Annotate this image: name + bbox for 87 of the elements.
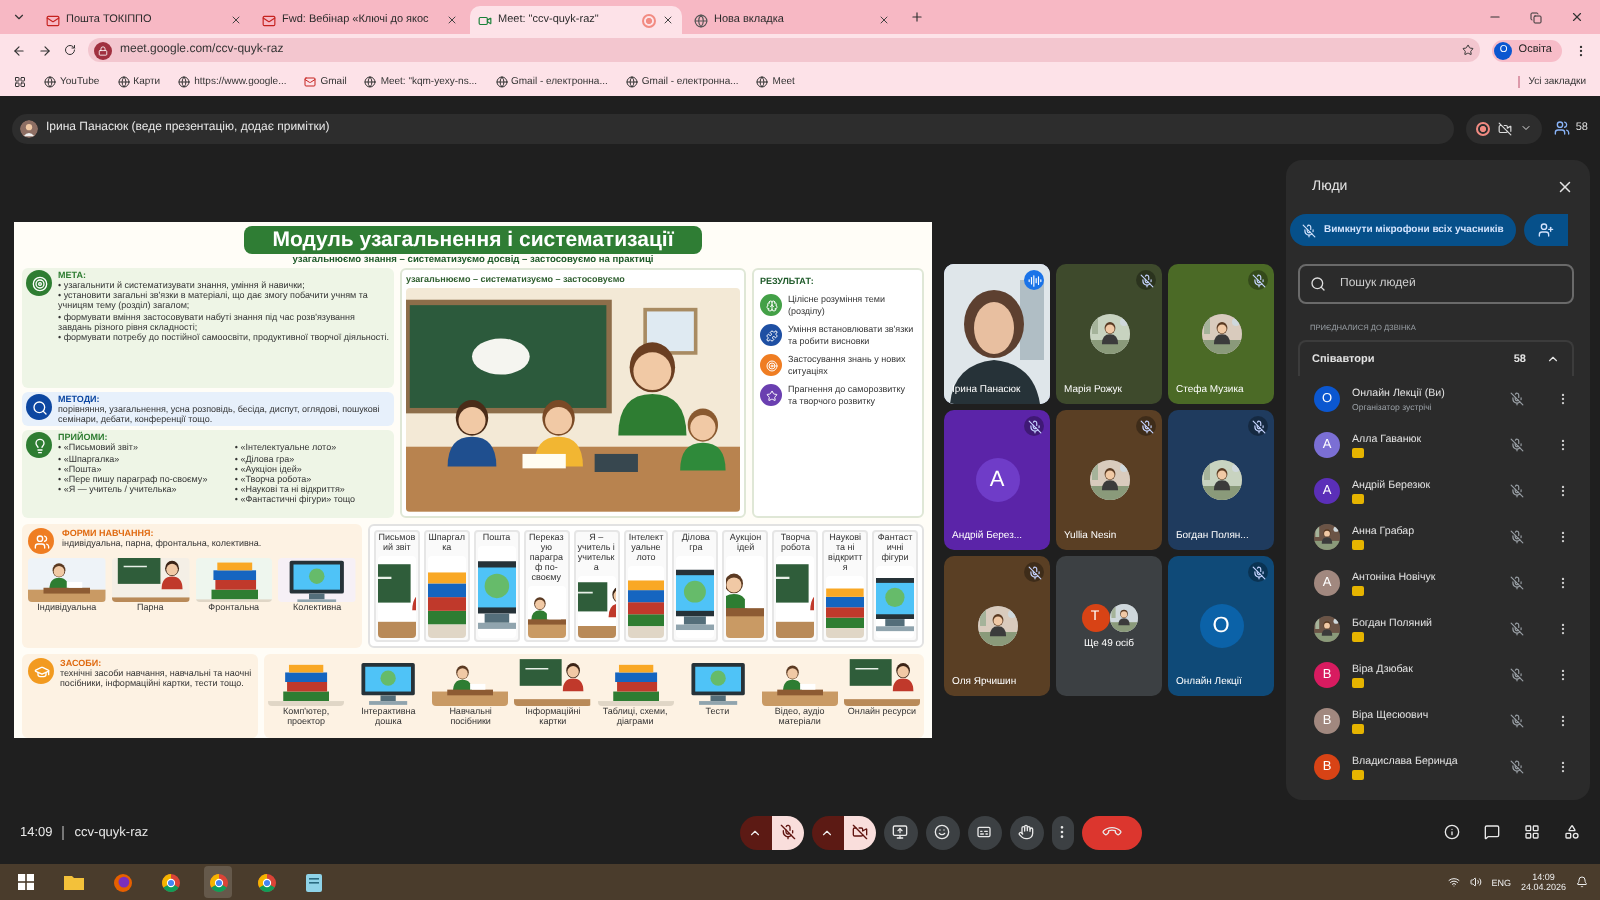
more-icon[interactable] (1556, 484, 1570, 498)
avatar-initial: А (975, 458, 1019, 502)
avatar-initial: О (1199, 604, 1243, 648)
mic-off-icon (1510, 392, 1524, 406)
add-people-button[interactable] (1523, 214, 1568, 246)
lightbulb-icon (31, 437, 47, 454)
mail-icon (304, 75, 317, 87)
network-icon[interactable] (1447, 876, 1460, 888)
present-screen-icon (892, 824, 908, 840)
caret-icon (748, 825, 762, 839)
more-options-button[interactable] (1051, 815, 1073, 849)
globe-icon (625, 75, 638, 87)
caret-icon (1519, 122, 1532, 134)
mic-off-icon (1510, 484, 1524, 498)
globe-icon (364, 75, 377, 87)
smiley-icon (934, 824, 950, 840)
tab-list-icon[interactable] (12, 10, 26, 24)
emoji-button[interactable] (925, 815, 959, 849)
caret-icon (820, 825, 834, 839)
reload-icon[interactable] (64, 44, 76, 56)
close-icon[interactable] (878, 14, 890, 26)
more-icon[interactable] (1556, 760, 1570, 774)
mic-off-icon (1510, 760, 1524, 774)
raise-hand-button[interactable] (1009, 815, 1043, 849)
camera-off-icon (1497, 121, 1512, 135)
close-icon[interactable] (230, 14, 242, 26)
globe-icon (694, 13, 708, 27)
new-tab-icon[interactable] (910, 10, 924, 24)
info-icon[interactable] (1444, 824, 1460, 840)
mic-off-icon (1510, 530, 1524, 544)
search-icon (31, 399, 47, 416)
notifications-icon[interactable] (1576, 876, 1588, 888)
browser-icon[interactable] (204, 866, 232, 898)
mic-off-icon (1510, 622, 1524, 636)
record-icon (1475, 121, 1490, 135)
camera-off-icon (851, 824, 867, 840)
volume-icon[interactable] (1469, 876, 1482, 888)
back-icon[interactable] (12, 43, 26, 57)
people-icon (33, 533, 49, 549)
globe-icon (495, 75, 507, 87)
end-call-button[interactable] (1081, 815, 1141, 849)
close-icon[interactable] (1570, 10, 1584, 24)
close-icon[interactable] (662, 14, 674, 26)
close-icon[interactable] (446, 14, 458, 26)
chat-icon[interactable] (1484, 824, 1500, 840)
apps-icon[interactable] (14, 75, 26, 87)
more-icon[interactable] (1556, 714, 1570, 728)
recording-controls[interactable] (1465, 113, 1542, 143)
more-icon[interactable] (1556, 576, 1570, 590)
mic-off-icon (1510, 668, 1524, 682)
more-icon[interactable] (1556, 438, 1570, 452)
globe-icon (756, 75, 769, 87)
avatar-icon (20, 119, 38, 137)
more-icon[interactable] (1556, 392, 1570, 406)
hand-icon (1018, 824, 1034, 840)
bookmark-star-icon[interactable] (1462, 44, 1475, 56)
mic-off-icon (1510, 714, 1524, 728)
mic-off-icon (1510, 438, 1524, 452)
microphone-button[interactable] (771, 815, 803, 849)
captions-icon (976, 824, 992, 840)
more-icon[interactable] (1556, 668, 1570, 682)
camera-button[interactable] (843, 815, 875, 849)
globe-icon (44, 75, 56, 87)
video-icon (478, 13, 492, 27)
more-icon[interactable] (1556, 530, 1570, 544)
captions-button[interactable] (967, 815, 1001, 849)
mail-icon (262, 13, 276, 27)
target-icon (31, 275, 47, 291)
slide-title: Модуль узагальнення і систематизації (244, 226, 702, 254)
menu-icon[interactable] (1574, 43, 1588, 57)
graduation-cap-icon (33, 663, 49, 679)
forward-icon[interactable] (38, 43, 52, 57)
present-button[interactable] (883, 815, 917, 849)
people-icon (1553, 120, 1570, 136)
mic-off-icon (779, 824, 795, 840)
lock-icon (98, 45, 108, 55)
restore-icon[interactable] (1530, 11, 1542, 23)
search-icon (1310, 276, 1326, 292)
add-person-icon (1537, 222, 1554, 238)
mic-off-icon (1510, 576, 1524, 590)
mic-off-icon (1302, 223, 1316, 237)
globe-icon (178, 75, 191, 87)
globe-icon (117, 75, 130, 87)
collapse-icon (1546, 352, 1560, 366)
more-icon[interactable] (1556, 622, 1570, 636)
recording-icon (642, 13, 656, 27)
mail-icon (46, 13, 60, 27)
